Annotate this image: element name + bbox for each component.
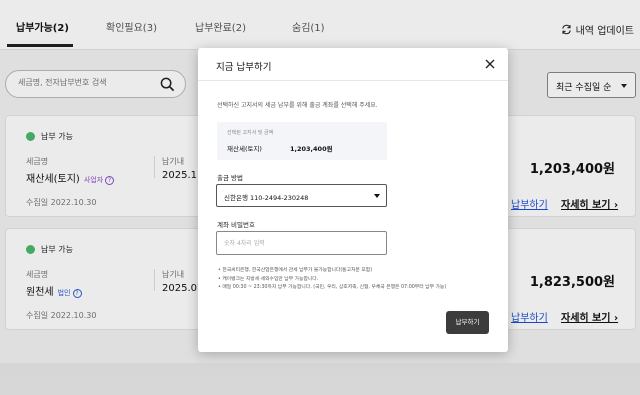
selected-bill-summary: 선택된 고지서 및 금액 재산세(토지) 1,203,400원 xyxy=(217,122,387,160)
modal-description: 선택하신 고지서의 세금 납부를 위해 출금 계좌를 선택해 주세요. xyxy=(217,102,378,109)
payment-method-label: 출금 방법 xyxy=(217,174,243,182)
pay-now-modal: 지금 납부하기 선택하신 고지서의 세금 납부를 위해 출금 계좌를 선택해 주… xyxy=(198,48,508,352)
pay-button[interactable]: 납부하기 xyxy=(446,311,489,334)
payment-notes: 한국씨티은행, 한국산업은행에서 관세 납부가 불가능합니다(통고처분 포함) … xyxy=(218,267,446,293)
account-select-value: 신한은행 110-2494-230248 xyxy=(224,194,309,202)
selected-bill-caption: 선택된 고지서 및 금액 xyxy=(227,130,274,136)
chevron-down-icon xyxy=(374,194,380,198)
account-password-input[interactable] xyxy=(216,231,387,255)
note-item: 매일 00:30 ~ 23:30까지 납부 가능합니다. (국민, 우리, 상호… xyxy=(218,284,446,293)
modal-divider xyxy=(198,80,508,81)
selected-bill-amount: 1,203,400원 xyxy=(290,145,333,153)
account-select[interactable]: 신한은행 110-2494-230248 xyxy=(216,184,387,207)
note-item: 케이뱅크는 지방세·세외수입만 납부 가능합니다. xyxy=(218,276,446,285)
account-password-label: 계좌 비밀번호 xyxy=(217,221,255,229)
close-icon[interactable] xyxy=(484,58,496,70)
modal-title: 지금 납부하기 xyxy=(216,62,272,73)
note-item: 한국씨티은행, 한국산업은행에서 관세 납부가 불가능합니다(통고처분 포함) xyxy=(218,267,446,276)
selected-bill-name: 재산세(토지) xyxy=(227,145,262,153)
